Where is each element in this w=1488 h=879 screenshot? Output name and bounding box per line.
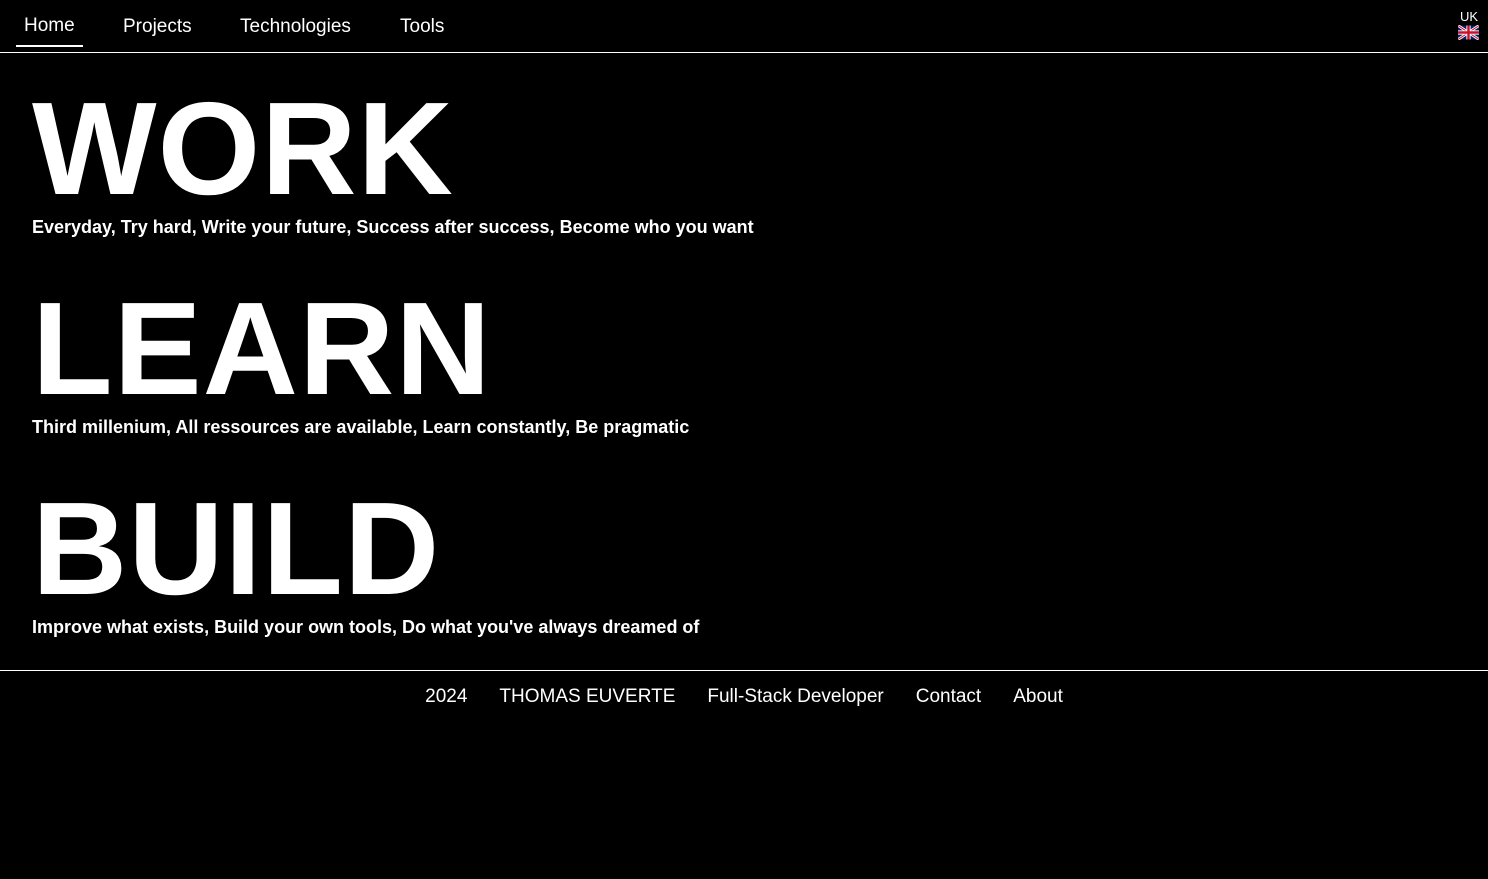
footer-divider bbox=[0, 670, 1488, 671]
build-text: Improve what exists, Build your own tool… bbox=[32, 617, 700, 637]
nav-projects[interactable]: Projects bbox=[123, 16, 192, 38]
top-navigation: Home Projects Technologies Tools UK bbox=[0, 0, 1488, 53]
learn-heading: LEARN bbox=[32, 275, 492, 422]
footer: 2024 THOMAS EUVERTE Full-Stack Developer… bbox=[0, 686, 1488, 708]
footer-name: THOMAS EUVERTE bbox=[499, 686, 676, 707]
learn-text: Third millenium, All ressources are avai… bbox=[32, 417, 690, 437]
work-heading: WORK bbox=[32, 75, 454, 222]
footer-contact-link[interactable]: Contact bbox=[916, 686, 981, 708]
nav-tools[interactable]: Tools bbox=[400, 16, 444, 38]
build-heading: BUILD bbox=[32, 475, 441, 622]
language-switcher[interactable]: UK bbox=[1458, 10, 1480, 40]
uk-flag-icon[interactable] bbox=[1458, 25, 1479, 40]
nav-technologies[interactable]: Technologies bbox=[240, 16, 351, 38]
footer-role: Full-Stack Developer bbox=[707, 686, 884, 707]
footer-about-link[interactable]: About bbox=[1013, 686, 1063, 708]
footer-year: 2024 bbox=[425, 686, 468, 707]
language-code: UK bbox=[1459, 9, 1479, 24]
nav-home[interactable]: Home bbox=[16, 15, 83, 47]
page: Home Projects Technologies Tools UK WORK… bbox=[0, 0, 1488, 879]
work-text: Everyday, Try hard, Write your future, S… bbox=[32, 217, 754, 237]
